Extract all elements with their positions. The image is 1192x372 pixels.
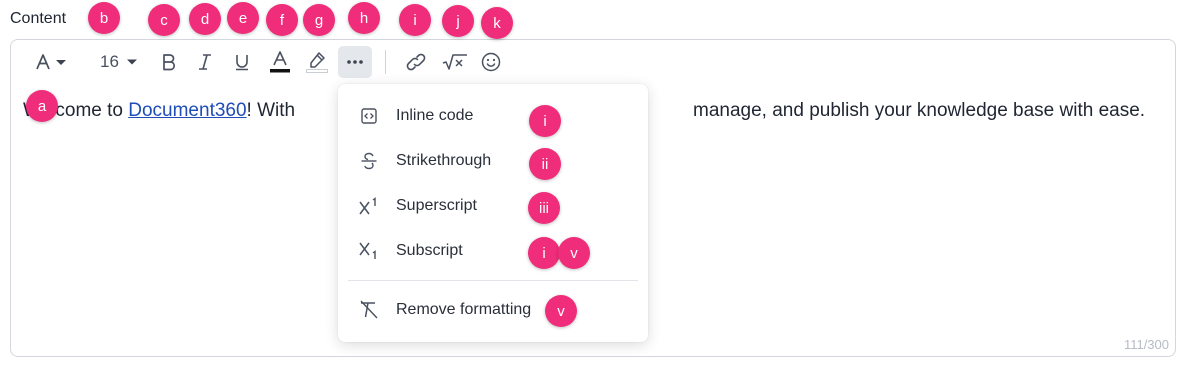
callout-badge-i: i xyxy=(399,4,431,36)
callout-badge-menu-5: v xyxy=(545,295,577,327)
underline-icon xyxy=(236,55,248,71)
italic-icon xyxy=(199,54,211,70)
callout-badge-menu-4a: i xyxy=(528,237,560,269)
menu-item-label: Strikethrough xyxy=(396,152,492,169)
menu-item-label: Remove formatting xyxy=(396,301,532,318)
insert-link-button[interactable] xyxy=(402,46,430,78)
content-field-label: Content xyxy=(10,10,67,27)
superscript-icon xyxy=(358,195,380,217)
font-color-icon xyxy=(270,51,290,73)
menu-item-strikethrough[interactable]: Strikethrough xyxy=(338,141,648,181)
more-formatting-button[interactable] xyxy=(338,46,372,78)
callout-badge-j: j xyxy=(442,5,474,37)
document360-link[interactable]: Document360 xyxy=(128,100,246,121)
character-counter: 111/300 xyxy=(1123,337,1169,352)
chevron-down-icon xyxy=(126,59,137,65)
editor-text[interactable]: Welcome to Document360! With xyxy=(23,100,295,122)
font-size-dropdown[interactable]: 16 xyxy=(93,46,145,78)
editor-toolbar: 16 xyxy=(11,40,1175,84)
callout-badge-menu-1: i xyxy=(529,105,561,137)
remove-formatting-icon xyxy=(358,299,380,321)
emoji-icon xyxy=(481,52,501,72)
callout-badge-f: f xyxy=(266,4,298,36)
square-root-icon xyxy=(442,54,467,70)
insert-emoji-button[interactable] xyxy=(477,46,505,78)
callout-badge-menu-4b: v xyxy=(558,237,590,269)
menu-item-label: Inline code xyxy=(396,107,474,124)
editor-text-after-link: ! With xyxy=(246,100,296,121)
callout-badge-d: d xyxy=(189,3,221,35)
menu-item-label: Superscript xyxy=(396,197,477,214)
callout-badge-c: c xyxy=(148,4,180,36)
callout-badge-menu-3: iii xyxy=(528,192,560,224)
menu-item-subscript[interactable]: Subscript xyxy=(338,231,648,271)
menu-item-superscript[interactable]: Superscript xyxy=(338,186,648,226)
menu-item-remove-formatting[interactable]: Remove formatting xyxy=(338,290,648,330)
more-formatting-menu: Inline code Strikethrough Superscript Su… xyxy=(338,84,648,342)
callout-badge-k: k xyxy=(481,7,513,39)
callout-badge-g: g xyxy=(303,4,335,36)
insert-formula-button[interactable] xyxy=(440,46,470,78)
code-icon xyxy=(358,105,380,127)
menu-item-inline-code[interactable]: Inline code xyxy=(338,96,648,136)
editor-text-tail: manage, and publish your knowledge base … xyxy=(693,100,1146,121)
callout-badge-b: b xyxy=(88,2,120,34)
toolbar-divider xyxy=(385,50,386,74)
font-size-value: 16 xyxy=(100,52,119,71)
font-color-button[interactable] xyxy=(266,46,294,78)
font-family-dropdown[interactable] xyxy=(31,46,75,78)
bold-button[interactable] xyxy=(155,46,183,78)
strikethrough-icon xyxy=(358,150,380,172)
callout-badge-e: e xyxy=(227,2,259,34)
highlight-color-button[interactable] xyxy=(303,46,331,78)
highlighter-icon xyxy=(306,52,328,73)
callout-badge-h: h xyxy=(348,2,380,34)
menu-item-label: Subscript xyxy=(396,242,463,259)
menu-divider xyxy=(348,280,638,281)
link-icon xyxy=(406,53,426,71)
ellipsis-icon xyxy=(347,60,363,64)
callout-badge-a: a xyxy=(26,90,58,122)
underline-button[interactable] xyxy=(228,46,256,78)
subscript-icon xyxy=(358,240,380,262)
italic-button[interactable] xyxy=(191,46,219,78)
callout-badge-menu-2: ii xyxy=(529,148,561,180)
bold-icon xyxy=(163,54,175,71)
font-icon xyxy=(36,54,66,70)
